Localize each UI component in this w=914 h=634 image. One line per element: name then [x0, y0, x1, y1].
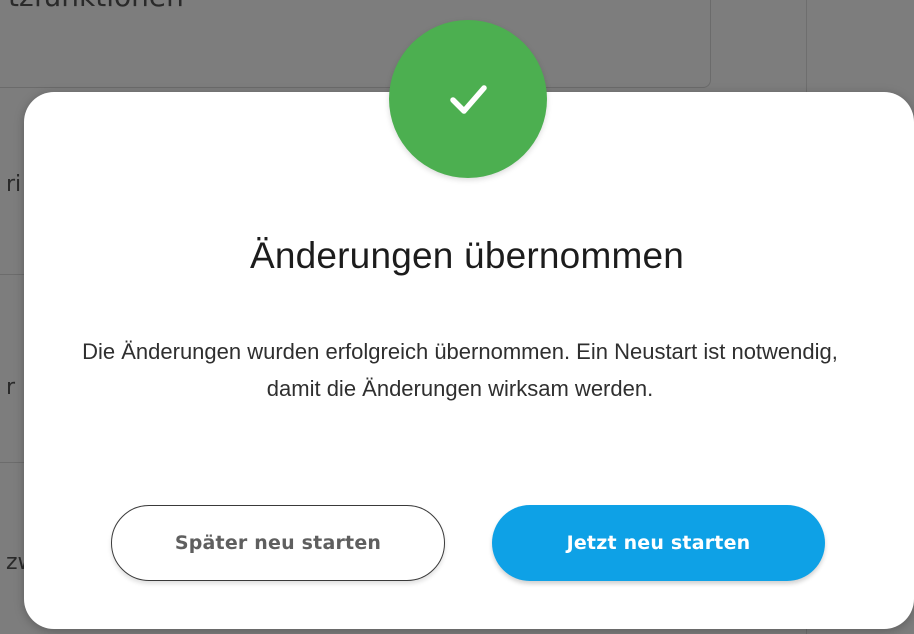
success-checkmark-badge: [389, 20, 547, 178]
dialog-title: Änderungen übernommen: [249, 235, 685, 276]
background-heading: tzfunktionen: [8, 0, 184, 13]
background-panel: tzfunktionen: [0, 0, 711, 88]
dialog-message: Die Änderungen wurden erfolgreich überno…: [82, 339, 838, 401]
restart-now-button[interactable]: Jetzt neu starten: [492, 505, 825, 581]
background-row-text: r: [6, 375, 16, 400]
restart-later-button[interactable]: Später neu starten: [111, 505, 445, 581]
checkmark-icon: [450, 85, 487, 114]
background-row-text: ri: [6, 172, 22, 197]
